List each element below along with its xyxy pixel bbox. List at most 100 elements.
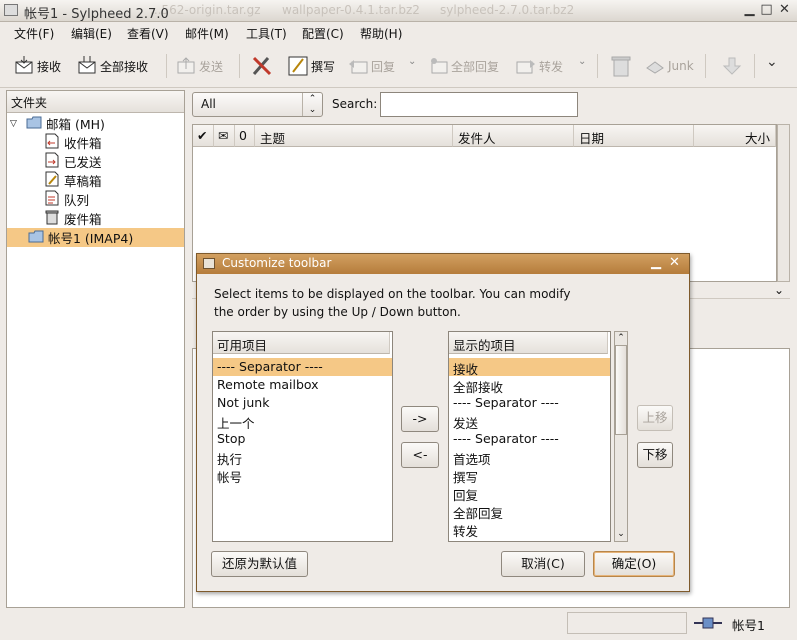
message-list-scrollbar[interactable] [777, 124, 790, 282]
displayed-list-item[interactable]: 回复 [449, 484, 610, 503]
reply-dropdown-arrow[interactable]: ⌄ [408, 56, 416, 67]
menu-edit[interactable]: 编辑(E) [71, 25, 112, 42]
online-status-icon[interactable] [694, 616, 722, 633]
folder-label: 帐号1 (IMAP4) [48, 231, 134, 246]
scroll-down-icon[interactable]: ⌄ [615, 528, 627, 541]
move-down-button[interactable]: 下移 [637, 442, 673, 468]
reset-defaults-button[interactable]: 还原为默认值 [211, 551, 308, 577]
menu-tools[interactable]: 工具(T) [246, 25, 287, 42]
reply-icon [348, 56, 368, 76]
send-label: 发送 [199, 59, 224, 74]
imap-folder-icon [28, 230, 44, 246]
available-list-item[interactable]: 上一个 [213, 412, 392, 431]
ok-button[interactable]: 确定(O) [593, 551, 675, 577]
scroll-up-icon[interactable]: ⌃ [615, 332, 627, 345]
displayed-list-item[interactable]: ---- Separator ---- [449, 394, 610, 412]
window-titlebar[interactable]: ...562-origin.tar.gz wallpaper-0.4.1.tar… [0, 0, 797, 22]
displayed-list-item[interactable]: 接收 [449, 358, 610, 377]
search-label: Search: [332, 97, 378, 111]
close-icon[interactable]: ✕ [777, 3, 792, 18]
folder-item-queue[interactable]: 队列 [7, 190, 184, 209]
menubar: 文件(F) 编辑(E) 查看(V) 邮件(M) 工具(T) 配置(C) 帮助(H… [0, 22, 797, 44]
maximize-icon[interactable]: □ [759, 3, 774, 18]
dialog-titlebar[interactable]: Customize toolbar ▁ ✕ [197, 254, 689, 274]
inbox-icon [44, 133, 60, 152]
column-header-from[interactable]: 发件人 [453, 125, 574, 147]
column-header-date[interactable]: 日期 [574, 125, 694, 147]
folder-label: 邮箱 (MH) [46, 117, 105, 132]
preferences-icon [250, 54, 274, 78]
folder-item-sent[interactable]: 已发送 [7, 152, 184, 171]
window-title: 帐号1 - Sylpheed 2.7.0 [24, 7, 169, 22]
column-header-subject[interactable]: 主题 [255, 125, 453, 147]
send-icon [176, 56, 196, 76]
expander-icon[interactable]: ▽ [10, 119, 22, 129]
reply-all-button[interactable]: 全部回复 [428, 52, 499, 80]
column-header-mark[interactable]: ✔ [193, 125, 214, 147]
trash-icon [610, 54, 632, 78]
scrollbar-thumb[interactable] [615, 345, 627, 435]
trash-button[interactable] [610, 52, 632, 80]
displayed-list-scrollbar[interactable]: ⌃ ⌄ [614, 331, 628, 542]
receive-all-button[interactable]: 全部接收 [77, 52, 148, 80]
available-list-item[interactable]: 帐号 [213, 466, 392, 485]
minimize-icon[interactable]: ▁ [742, 3, 757, 18]
menu-message[interactable]: 邮件(M) [185, 25, 229, 42]
available-list-item[interactable]: Not junk [213, 394, 392, 412]
displayed-list-item[interactable]: 全部接收 [449, 376, 610, 395]
folder-item-mailbox[interactable]: ▽ 邮箱 (MH) [7, 114, 184, 133]
cancel-button[interactable]: 取消(C) [501, 551, 585, 577]
menu-help[interactable]: 帮助(H) [360, 25, 402, 42]
displayed-list-item[interactable]: 撰写 [449, 466, 610, 485]
displayed-list-item[interactable]: ---- Separator ---- [449, 430, 610, 448]
folder-label: 队列 [64, 193, 90, 208]
available-items-list[interactable]: 可用项目 ---- Separator ---- Remote mailbox No… [212, 331, 393, 542]
column-header-size[interactable]: 大小 [694, 125, 776, 147]
available-list-item[interactable]: 执行 [213, 448, 392, 467]
next-button[interactable] [722, 52, 742, 80]
available-list-item[interactable]: Remote mailbox [213, 376, 392, 394]
folder-tree-header[interactable]: 文件夹 [7, 91, 184, 113]
displayed-list-item[interactable]: 全部回复 [449, 502, 610, 521]
available-list-item[interactable]: ---- Separator ---- [213, 358, 392, 376]
dialog-close-icon[interactable]: ✕ [669, 255, 680, 270]
menu-configuration[interactable]: 配置(C) [302, 25, 344, 42]
dialog-description: Select items to be displayed on the tool… [214, 287, 571, 319]
send-button[interactable]: 发送 [176, 52, 223, 80]
folder-item-drafts[interactable]: 草稿箱 [7, 171, 184, 190]
column-header-attachment[interactable]: 0 [235, 125, 255, 147]
receive-button[interactable]: 接收 [14, 52, 61, 80]
remove-item-button[interactable]: <- [401, 442, 439, 468]
chevron-down-icon[interactable]: ⌄ [774, 283, 784, 297]
folder-item-inbox[interactable]: 收件箱 [7, 133, 184, 152]
available-items-header[interactable]: 可用项目 [213, 332, 390, 354]
displayed-list-item[interactable]: 发送 [449, 412, 610, 431]
folder-item-trash[interactable]: 废件箱 [7, 209, 184, 228]
dialog-minimize-icon[interactable]: ▁ [651, 255, 661, 270]
forward-button[interactable]: 转发 [516, 52, 563, 80]
folder-label: 草稿箱 [64, 174, 102, 189]
filter-select[interactable]: All ⌃ ⌄ [192, 92, 323, 117]
displayed-items-list[interactable]: 显示的项目 接收 全部接收 ---- Separator ---- 发送 ---- Se… [448, 331, 611, 542]
reply-label: 回复 [371, 59, 396, 74]
forward-dropdown-arrow[interactable]: ⌄ [578, 56, 586, 67]
available-list-item[interactable]: Stop [213, 430, 392, 448]
folder-item-imap-account[interactable]: 帐号1 (IMAP4) [7, 228, 184, 247]
column-header-unread[interactable]: ✉ [214, 125, 235, 147]
move-up-button[interactable]: 上移 [637, 405, 673, 431]
preferences-button[interactable] [250, 52, 274, 80]
reply-button[interactable]: 回复 [348, 52, 395, 80]
add-item-button[interactable]: -> [401, 406, 439, 432]
compose-button[interactable]: 撰写 [288, 52, 335, 80]
menu-view[interactable]: 查看(V) [127, 25, 169, 42]
displayed-items-header[interactable]: 显示的项目 [449, 332, 608, 354]
toolbar-overflow-icon[interactable]: ⌄ [766, 54, 778, 70]
junk-button[interactable]: Junk [645, 52, 694, 80]
menu-file[interactable]: 文件(F) [14, 25, 54, 42]
displayed-list-item[interactable]: 转发 [449, 520, 610, 539]
filter-bar: All ⌃ ⌄ Search: [192, 90, 790, 120]
search-input[interactable] [380, 92, 578, 117]
displayed-list-item[interactable]: 首选项 [449, 448, 610, 467]
queue-icon [44, 190, 60, 209]
forward-label: 转发 [539, 59, 564, 74]
